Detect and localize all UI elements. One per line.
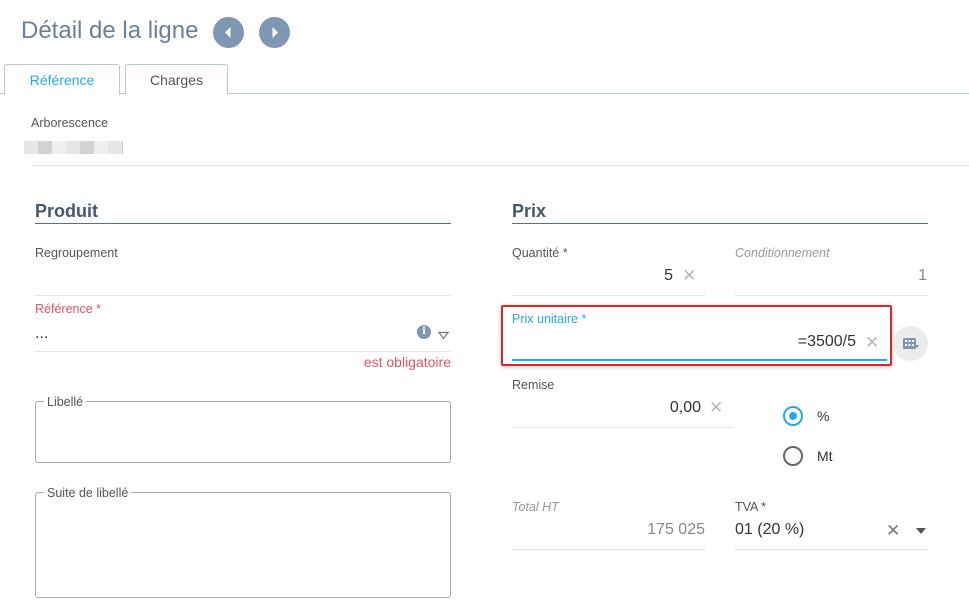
next-line-button[interactable] [259,17,290,48]
prix-unitaire-input[interactable]: =3500/5 [798,333,856,351]
reference-underline [35,351,451,352]
dropdown-caret-icon[interactable] [437,327,450,345]
divider [32,165,969,166]
total-ht-underline [512,549,705,550]
reference-label: Référence * [35,302,102,316]
suite-libelle-textarea[interactable] [35,492,451,598]
quantite-underline [512,295,705,296]
remise-input[interactable]: 0,00 [670,399,701,417]
remise-clear-icon[interactable]: ✕ [709,399,723,416]
page-title: Détail de la ligne [21,17,199,44]
quantite-label: Quantité * [512,246,568,260]
regroupement-input[interactable] [35,262,451,294]
chevron-right-icon [272,27,278,38]
conditionnement-underline [735,295,928,296]
tab-reference[interactable]: Référence [4,64,120,95]
tva-dropdown-caret-icon[interactable] [916,528,926,534]
tva-clear-icon[interactable]: ✕ [886,522,900,539]
tva-label: TVA * [735,500,767,514]
remise-type-percent-label: % [817,408,830,424]
produit-section-rule [35,223,451,224]
prix-unitaire-label: Prix unitaire * [512,312,587,326]
remise-type-percent-radio[interactable] [783,406,803,426]
libelle-textarea[interactable] [35,401,451,463]
arborescence-label: Arborescence [31,116,109,130]
remise-type-montant-radio[interactable] [783,446,803,466]
calculator-icon [903,338,919,349]
prix-section-title: Prix [512,201,547,221]
info-icon[interactable]: i [417,325,431,339]
calculator-button[interactable] [893,326,928,361]
regroupement-label: Regroupement [35,246,118,260]
conditionnement-label: Conditionnement [735,246,830,260]
quantite-input[interactable]: 5 [664,267,673,285]
remise-label: Remise [512,378,555,392]
tva-underline [735,549,928,550]
total-ht-value: 175 025 [647,521,705,538]
remise-type-montant-label: Mt [817,448,833,464]
chevron-left-icon [225,27,231,38]
prix-unitaire-underline [512,359,887,361]
prix-unitaire-clear-icon[interactable]: ✕ [865,334,879,351]
reference-input[interactable]: ... [35,325,48,343]
remise-underline [512,427,733,428]
tab-charges[interactable]: Charges [125,64,228,94]
libelle-label: Libellé [44,395,87,409]
tva-select[interactable]: 01 (20 %) [735,521,804,539]
prix-section-rule [512,223,928,224]
total-ht-label: Total HT [512,500,559,514]
reference-error-message: est obligatoire [363,354,451,370]
suite-libelle-label: Suite de libellé [44,486,132,500]
conditionnement-value: 1 [918,267,927,284]
previous-line-button[interactable] [213,17,244,48]
quantite-clear-icon[interactable]: ✕ [682,267,696,284]
arborescence-value-redacted [24,141,123,154]
produit-section-title: Produit [35,201,98,221]
regroupement-underline [35,295,451,296]
